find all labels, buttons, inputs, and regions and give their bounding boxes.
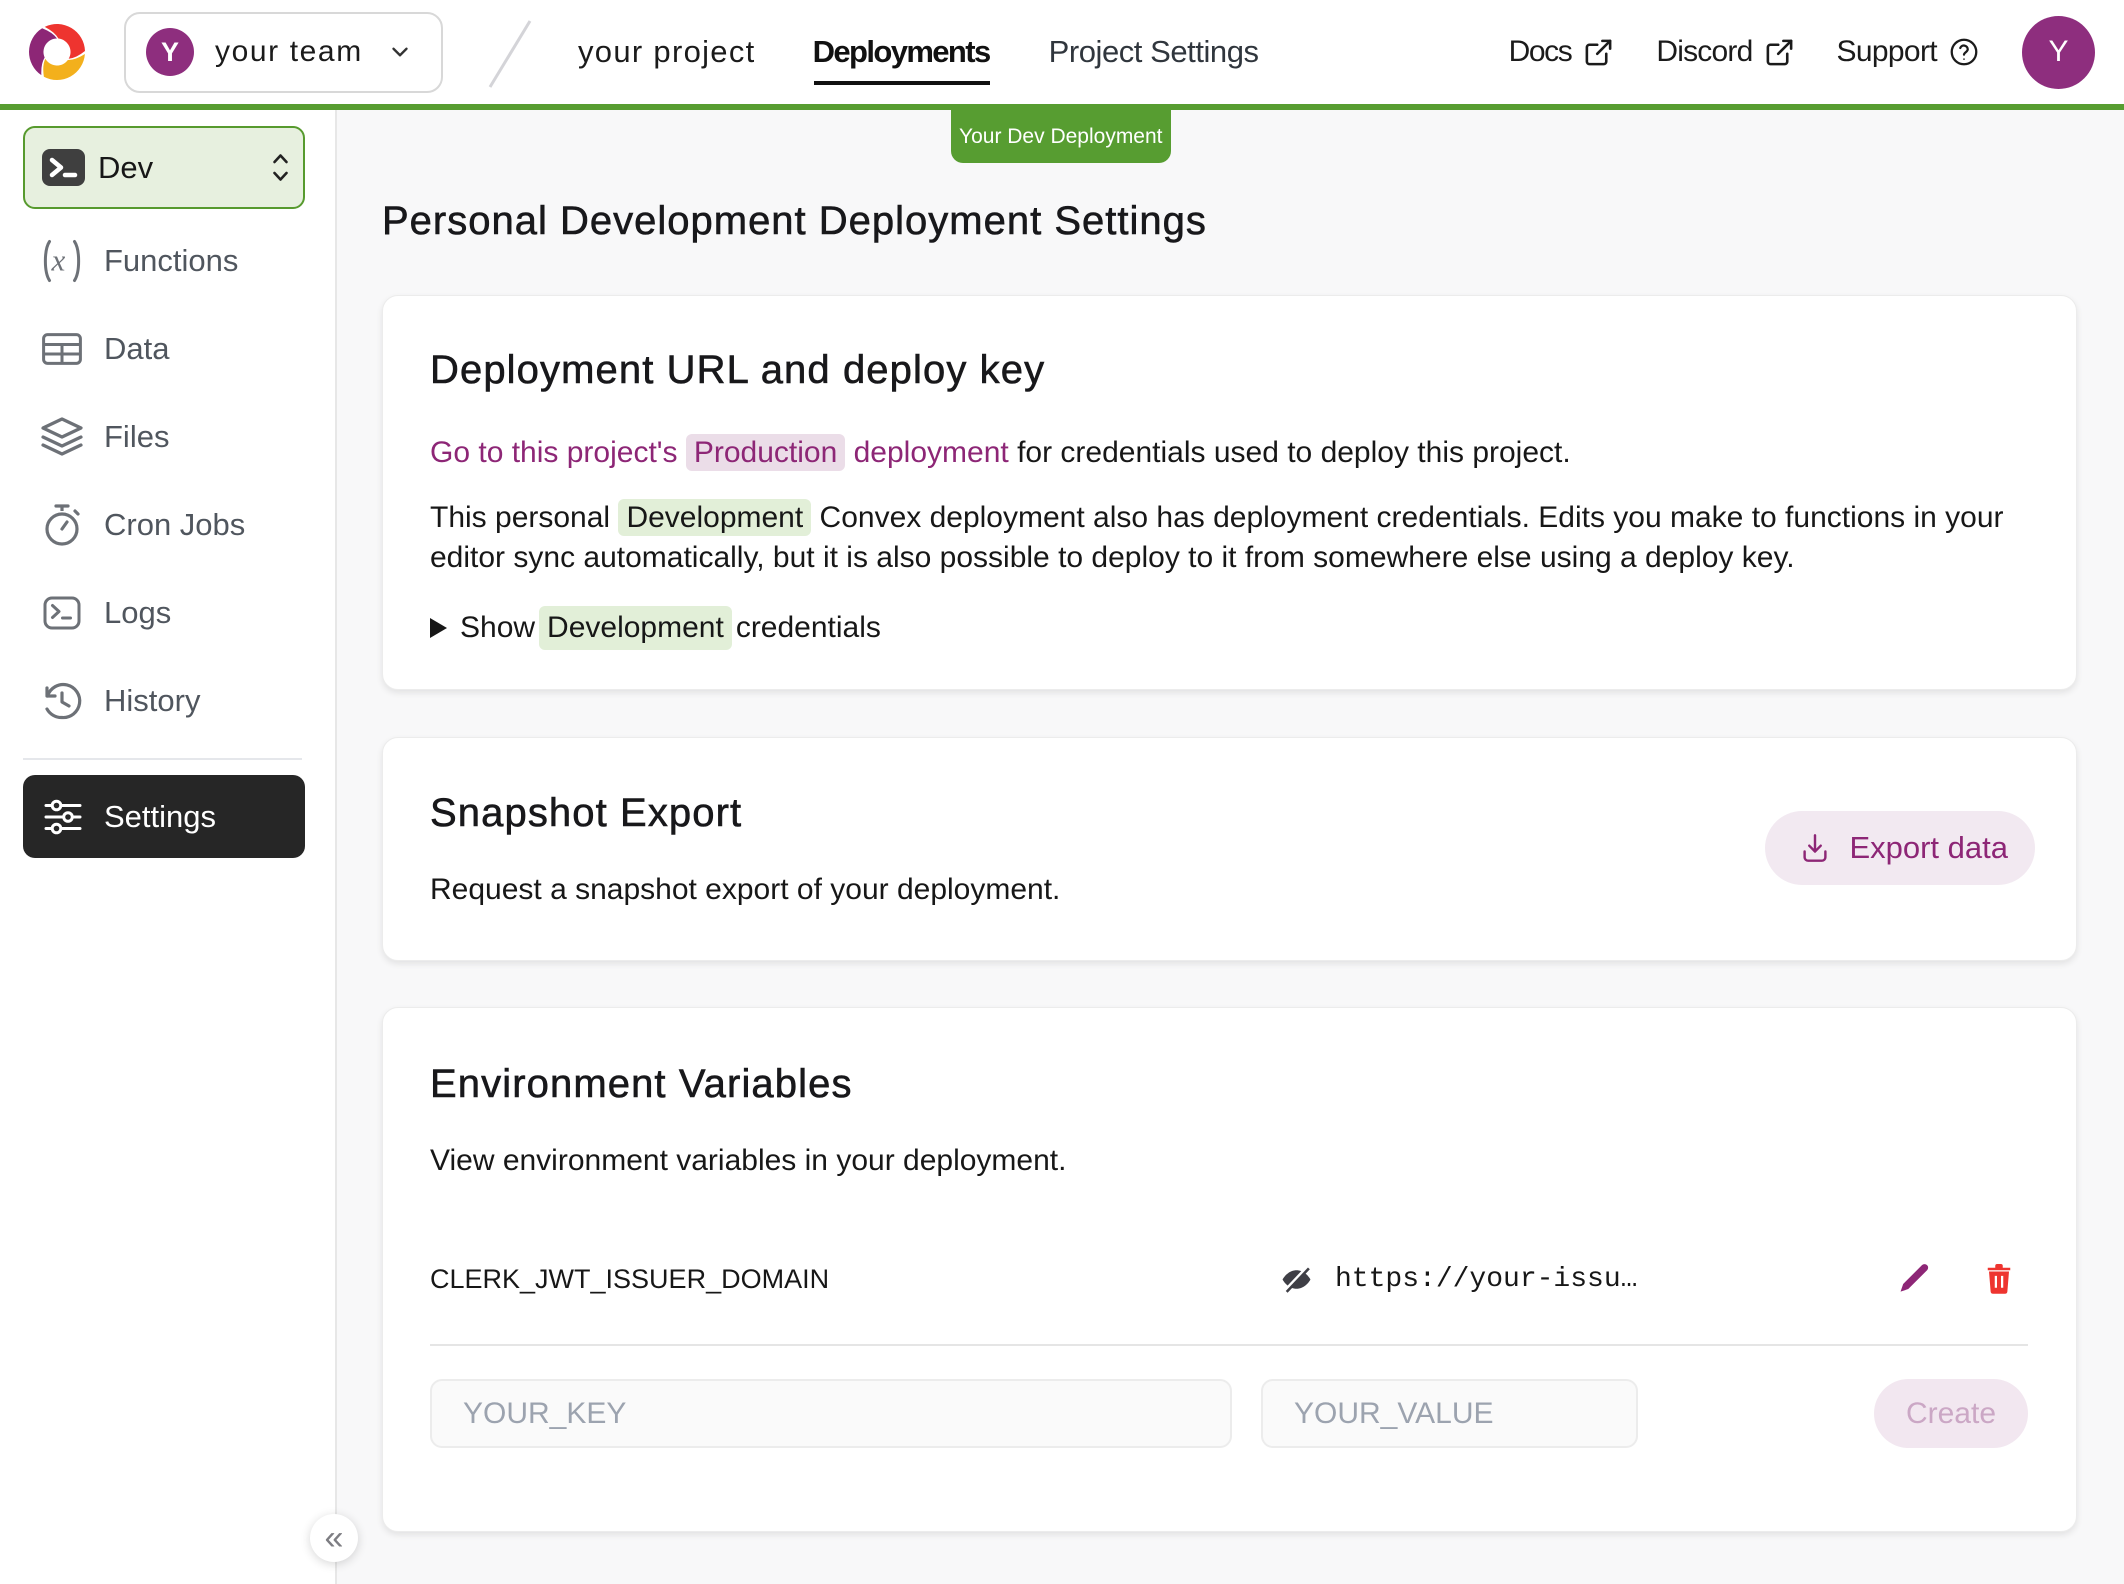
svg-text:x: x — [51, 243, 66, 278]
